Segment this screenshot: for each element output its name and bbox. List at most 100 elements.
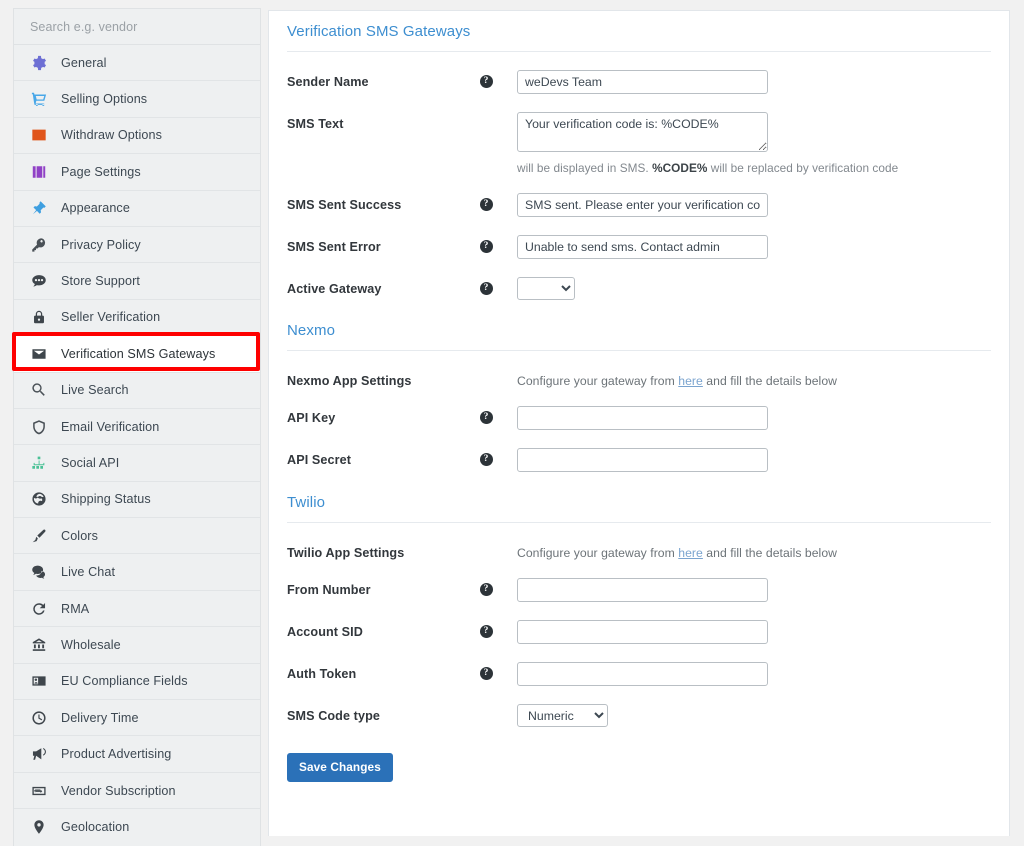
twilio-from-number-label: From Number — [287, 583, 371, 597]
field-sms-text: SMS Text will be displayed in SMS. %CODE… — [287, 94, 991, 175]
sidebar-item-store-support[interactable]: Store Support — [14, 263, 260, 300]
help-icon: ? — [479, 240, 493, 253]
twilio-note-before: Configure your gateway from — [517, 546, 679, 560]
sms-text-label: SMS Text — [287, 117, 344, 131]
active-gateway-control — [517, 277, 991, 300]
sidebar-item-geolocation[interactable]: Geolocation — [14, 809, 260, 846]
sms-sent-success-help[interactable]: ? — [477, 193, 495, 211]
magnifier-icon — [30, 381, 48, 399]
sidebar-item-shipping-status[interactable]: Shipping Status — [14, 481, 260, 519]
help-icon: ? — [479, 583, 493, 596]
nexmo-api-key-input[interactable] — [517, 406, 768, 430]
sms-sent-error-control — [517, 235, 991, 259]
sidebar-item-eu-compliance-fields[interactable]: EU Compliance Fields — [14, 663, 260, 701]
sidebar-item-label: Verification SMS Gateways — [61, 346, 216, 361]
sms-sent-success-label: SMS Sent Success — [287, 198, 402, 212]
settings-screen: Search e.g. vendor General Selling Option… — [0, 0, 1024, 846]
twilio-from-number-help[interactable]: ? — [477, 578, 495, 596]
sms-text-hint-code: %CODE% — [652, 161, 708, 175]
field-active-gateway: Active Gateway ? — [287, 259, 991, 300]
sidebar-item-social-api[interactable]: Social API — [14, 445, 260, 482]
sms-sent-error-help[interactable]: ? — [477, 235, 495, 253]
sender-name-input[interactable] — [517, 70, 768, 94]
sidebar-item-selling-options[interactable]: Selling Options — [14, 81, 260, 118]
twilio-from-number-input[interactable] — [517, 578, 768, 602]
paintbrush-icon — [30, 527, 48, 545]
sitemap-icon — [30, 454, 48, 472]
sidebar-item-wholesale[interactable]: Wholesale — [14, 627, 260, 664]
save-changes-button[interactable]: Save Changes — [287, 753, 393, 782]
sender-name-help[interactable]: ? — [477, 70, 495, 88]
sidebar-item-email-verification[interactable]: Email Verification — [14, 408, 260, 446]
sidebar-item-label: Live Chat — [61, 565, 116, 580]
twilio-note-after: and fill the details below — [702, 546, 837, 560]
nexmo-api-key-label: API Key — [287, 411, 336, 425]
sidebar-item-vendor-subscription[interactable]: Vendor Subscription — [14, 772, 260, 810]
field-sms-sent-error: SMS Sent Error ? — [287, 217, 991, 259]
sidebar-item-label: Product Advertising — [61, 747, 172, 762]
page-title: Verification SMS Gateways — [287, 23, 471, 40]
nexmo-api-secret-help[interactable]: ? — [477, 448, 495, 466]
sync-icon — [30, 782, 48, 800]
sidebar-item-label: EU Compliance Fields — [61, 674, 188, 689]
nexmo-here-link[interactable]: here — [678, 374, 703, 388]
sidebar-item-verification-sms-gateways[interactable]: Verification SMS Gateways — [14, 336, 260, 373]
sidebar-item-label: Geolocation — [61, 820, 130, 835]
sidebar-nav-list: General Selling Options Withdraw Options Pa… — [14, 45, 260, 846]
sidebar-item-label: Wholesale — [61, 637, 121, 652]
sms-text-hint: will be displayed in SMS. %CODE% will be… — [517, 161, 991, 175]
twilio-auth-token-input[interactable] — [517, 662, 768, 686]
twilio-configure-note: Configure your gateway from here and fil… — [517, 541, 991, 560]
sms-sent-error-input[interactable] — [517, 235, 768, 259]
search-input[interactable]: Search e.g. vendor — [14, 9, 260, 45]
settings-main-panel: Verification SMS Gateways Sender Name ? … — [268, 10, 1010, 836]
sidebar-item-rma[interactable]: RMA — [14, 590, 260, 628]
sidebar-item-seller-verification[interactable]: Seller Verification — [14, 299, 260, 337]
field-nexmo-app-settings: Nexmo App Settings Configure your gatewa… — [287, 351, 991, 388]
sms-sent-success-input[interactable] — [517, 193, 768, 217]
map-pin-icon — [30, 818, 48, 836]
twilio-from-number-control — [517, 578, 991, 602]
sidebar-item-label: Appearance — [61, 201, 130, 216]
twilio-app-settings-control: Configure your gateway from here and fil… — [517, 541, 991, 560]
nexmo-api-key-help[interactable]: ? — [477, 406, 495, 424]
nexmo-app-settings-help-spacer — [477, 369, 495, 374]
sms-text-textarea[interactable] — [517, 112, 768, 152]
sidebar-item-page-settings[interactable]: Page Settings — [14, 154, 260, 191]
field-twilio-app-settings: Twilio App Settings Configure your gatew… — [287, 523, 991, 560]
twilio-account-sid-help[interactable]: ? — [477, 620, 495, 638]
id-card-icon — [30, 672, 48, 690]
sms-code-type-help-spacer — [477, 704, 495, 709]
field-sms-sent-success: SMS Sent Success ? — [287, 175, 991, 217]
sidebar-item-delivery-time[interactable]: Delivery Time — [14, 700, 260, 737]
sms-text-control: will be displayed in SMS. %CODE% will be… — [517, 112, 991, 175]
twilio-here-link[interactable]: here — [678, 546, 703, 560]
sms-code-type-select[interactable]: Numeric — [517, 704, 608, 727]
twilio-account-sid-control — [517, 620, 991, 644]
globe-icon — [30, 490, 48, 508]
sidebar-item-label: Live Search — [61, 383, 129, 398]
sidebar-item-live-search[interactable]: Live Search — [14, 372, 260, 409]
network-icon — [30, 636, 48, 654]
sidebar-item-withdraw-options[interactable]: Withdraw Options — [14, 117, 260, 155]
sidebar-item-general[interactable]: General — [14, 45, 260, 82]
field-twilio-auth-token: Auth Token ? — [287, 644, 991, 686]
nexmo-api-secret-control — [517, 448, 991, 472]
sidebar-item-label: Email Verification — [61, 419, 160, 434]
field-nexmo-api-key: API Key ? — [287, 388, 991, 430]
help-icon: ? — [479, 198, 493, 211]
active-gateway-select[interactable] — [517, 277, 575, 300]
active-gateway-help[interactable]: ? — [477, 277, 495, 295]
sidebar-item-privacy-policy[interactable]: Privacy Policy — [14, 226, 260, 264]
nexmo-note-after: and fill the details below — [702, 374, 837, 388]
sms-code-type-label: SMS Code type — [287, 709, 380, 723]
sidebar-item-product-advertising[interactable]: Product Advertising — [14, 736, 260, 773]
sidebar-item-colors[interactable]: Colors — [14, 518, 260, 555]
sidebar-item-live-chat[interactable]: Live Chat — [14, 554, 260, 591]
twilio-auth-token-help[interactable]: ? — [477, 662, 495, 680]
twilio-account-sid-input[interactable] — [517, 620, 768, 644]
sidebar-item-appearance[interactable]: Appearance — [14, 190, 260, 227]
sender-name-control — [517, 70, 991, 94]
field-nexmo-api-secret: API Secret ? — [287, 430, 991, 472]
nexmo-api-secret-input[interactable] — [517, 448, 768, 472]
